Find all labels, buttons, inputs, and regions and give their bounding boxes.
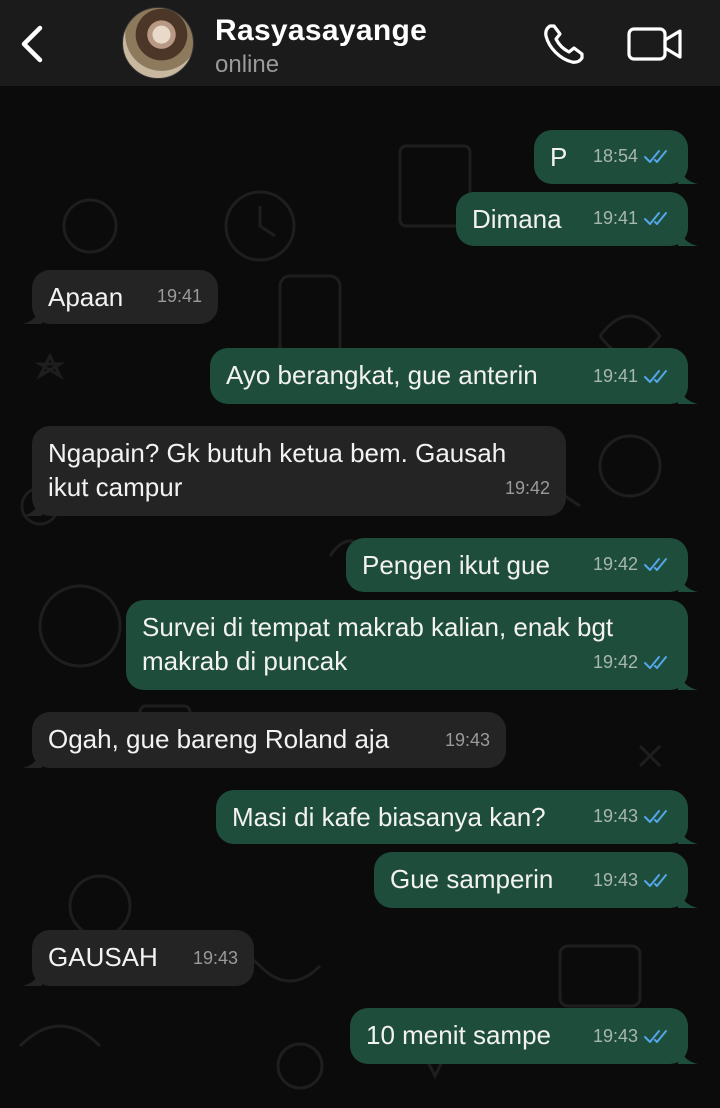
- message-text: Pengen ikut gue: [362, 550, 550, 580]
- message-meta: 19:42: [593, 547, 672, 581]
- message-text: Ogah, gue bareng Roland aja: [48, 724, 390, 754]
- bubble-tail: [678, 228, 698, 246]
- message-meta: 19:42: [505, 471, 550, 505]
- bubble-tail: [678, 166, 698, 184]
- outgoing-message-bubble[interactable]: Pengen ikut gue 19:42: [346, 538, 698, 592]
- video-call-button[interactable]: [626, 24, 684, 64]
- message-text: Ayo berangkat, gue anterin: [226, 360, 538, 390]
- message-meta: 19:43: [593, 863, 672, 897]
- bubble-tail: [678, 1046, 698, 1064]
- phone-icon: [544, 24, 584, 64]
- bubble-tail: [22, 306, 42, 324]
- incoming-message-bubble[interactable]: Ngapain? Gk butuh ketua bem. Gausah ikut…: [22, 426, 566, 516]
- message-time: 19:41: [156, 286, 202, 306]
- message-time: 19:43: [444, 730, 490, 750]
- contact-name[interactable]: Rasyasayange: [215, 14, 427, 48]
- bubble-tail: [678, 386, 698, 404]
- message-meta: 18:54: [593, 139, 672, 173]
- double-check-read-icon: [644, 370, 667, 383]
- message-text: GAUSAH: [48, 942, 158, 972]
- outgoing-message-bubble[interactable]: Survei di tempat makrab kalian, enak bgt…: [126, 600, 698, 690]
- chat-header: Rasyasayange online: [0, 0, 720, 86]
- outgoing-message-bubble[interactable]: Masi di kafe biasanya kan? 19:43: [216, 790, 698, 844]
- message-meta: 19:43: [193, 941, 238, 975]
- message-text: Dimana: [472, 204, 562, 234]
- avatar[interactable]: [122, 7, 194, 79]
- bubble-tail: [22, 968, 42, 986]
- message-text: Apaan: [48, 282, 124, 312]
- message-text: P: [550, 142, 568, 172]
- bubble-tail: [678, 574, 698, 592]
- message-meta: 19:43: [593, 799, 672, 833]
- double-check-read-icon: [644, 1030, 667, 1043]
- bubble-tail: [22, 750, 42, 768]
- chat-area[interactable]: P 18:54 Dimana 19:41 Apaan 19:41 Ayo berangkat…: [0, 86, 720, 1108]
- message-text: 10 menit sampe: [366, 1020, 551, 1050]
- bubble-tail: [22, 498, 42, 516]
- message-time: 19:43: [592, 1026, 638, 1046]
- double-check-read-icon: [644, 150, 667, 163]
- double-check-read-icon: [644, 212, 667, 225]
- message-meta: 19:43: [593, 1019, 672, 1053]
- incoming-message-bubble[interactable]: Ogah, gue bareng Roland aja 19:43: [22, 712, 506, 768]
- message-text: Masi di kafe biasanya kan?: [232, 802, 546, 832]
- message-text: Survei di tempat makrab kalian, enak bgt…: [142, 612, 621, 676]
- message-meta: 19:41: [157, 279, 202, 313]
- back-button[interactable]: [14, 20, 54, 68]
- message-meta: 19:43: [445, 723, 490, 757]
- video-camera-icon: [627, 27, 682, 61]
- message-meta: 19:41: [593, 201, 672, 235]
- double-check-read-icon: [644, 810, 667, 823]
- message-time: 19:43: [592, 870, 638, 890]
- outgoing-message-bubble[interactable]: 10 menit sampe 19:43: [350, 1008, 698, 1064]
- double-check-read-icon: [644, 874, 667, 887]
- outgoing-message-bubble[interactable]: Gue samperin 19:43: [374, 852, 698, 908]
- message-text: Gue samperin: [390, 864, 554, 894]
- message-time: 19:42: [592, 652, 638, 672]
- message-meta: 19:42: [593, 645, 672, 679]
- incoming-message-bubble[interactable]: Apaan 19:41: [22, 270, 218, 324]
- double-check-read-icon: [644, 558, 667, 571]
- bubble-tail: [678, 672, 698, 690]
- outgoing-message-bubble[interactable]: Dimana 19:41: [456, 192, 698, 246]
- message-time: 19:41: [592, 208, 638, 228]
- message-time: 19:41: [592, 366, 638, 386]
- double-check-read-icon: [644, 656, 667, 669]
- contact-status: online: [215, 51, 280, 78]
- message-meta: 19:41: [593, 359, 672, 393]
- message-time: 19:43: [192, 948, 238, 968]
- bubble-tail: [678, 890, 698, 908]
- outgoing-message-bubble[interactable]: P 18:54: [534, 130, 698, 184]
- chevron-left-icon: [21, 25, 43, 63]
- message-time: 19:42: [592, 554, 638, 574]
- message-time: 19:43: [592, 806, 638, 826]
- outgoing-message-bubble[interactable]: Ayo berangkat, gue anterin 19:41: [210, 348, 698, 404]
- voice-call-button[interactable]: [540, 20, 588, 68]
- message-time: 19:42: [504, 478, 550, 498]
- bubble-tail: [678, 826, 698, 844]
- message-text: Ngapain? Gk butuh ketua bem. Gausah ikut…: [48, 438, 514, 502]
- message-time: 18:54: [592, 146, 638, 166]
- incoming-message-bubble[interactable]: GAUSAH 19:43: [22, 930, 254, 986]
